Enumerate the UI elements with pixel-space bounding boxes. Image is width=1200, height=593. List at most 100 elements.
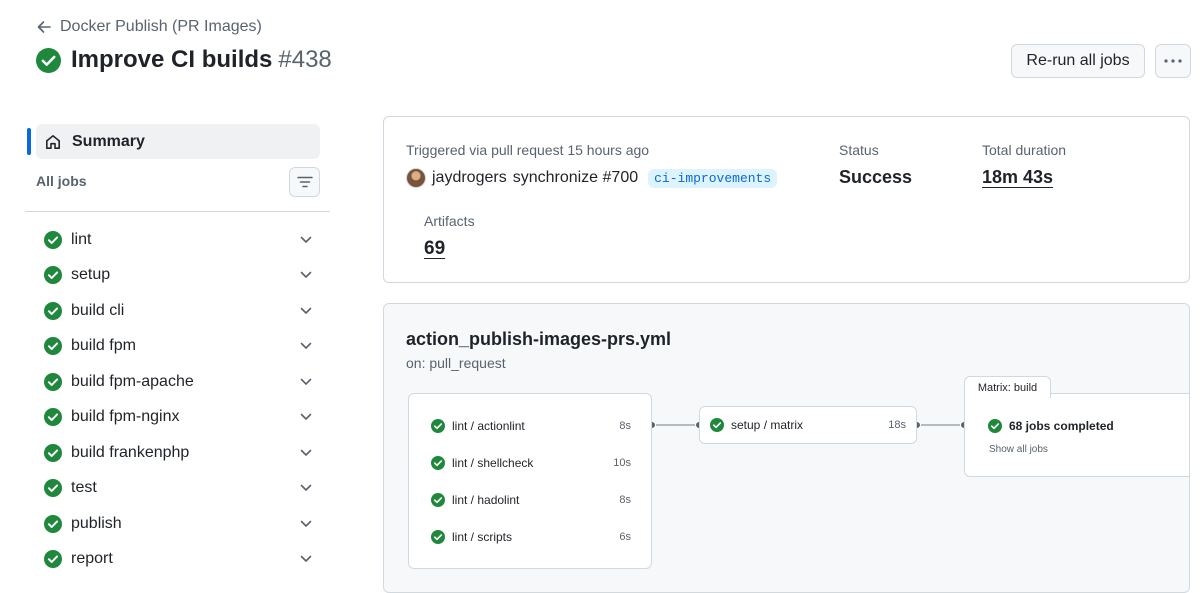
check-circle-icon (44, 372, 62, 391)
artifacts-link[interactable]: 69 (424, 238, 445, 260)
matrix-completed-label: 68 jobs completed (1009, 419, 1114, 433)
chevron-down-icon[interactable] (300, 484, 312, 492)
trigger-text: Triggered via pull request 15 hours ago (406, 142, 650, 158)
graph-job-duration: 18s (888, 419, 906, 431)
summary-active-indicator (27, 128, 31, 155)
sidebar-job-setup[interactable]: setup (36, 258, 320, 294)
graph-job-duration: 8s (619, 494, 631, 506)
graph-job-label: setup / matrix (731, 418, 804, 432)
check-circle-icon (44, 266, 62, 285)
jobs-list: lint setup build cli build fpm build fpm… (36, 222, 320, 577)
filter-icon (296, 176, 313, 188)
check-circle-icon (988, 419, 1002, 433)
all-jobs-heading: All jobs (36, 173, 87, 189)
page-title: Improve CI builds #438 (36, 46, 332, 74)
back-link-label: Docker Publish (PR Images) (60, 18, 262, 35)
job-label: build fpm-nginx (71, 408, 180, 426)
graph-job-scripts[interactable]: lint / scripts 6s (431, 527, 631, 547)
check-circle-icon (44, 408, 62, 427)
graph-job-duration: 8s (619, 420, 631, 432)
sidebar-job-report[interactable]: report (36, 542, 320, 578)
actor-link[interactable]: jaydrogers (432, 169, 507, 187)
matrix-tab-label: Matrix: build (964, 376, 1051, 398)
check-circle-icon (431, 493, 445, 507)
back-link[interactable]: Docker Publish (PR Images) (36, 18, 262, 36)
chevron-down-icon[interactable] (300, 520, 312, 528)
filter-jobs-button[interactable] (289, 167, 320, 197)
graph-job-actionlint[interactable]: lint / actionlint 8s (431, 416, 631, 436)
check-circle-icon (44, 230, 62, 249)
avatar[interactable] (406, 168, 426, 188)
summary-label: Summary (72, 132, 145, 150)
check-circle-icon (36, 47, 61, 73)
graph-job-label: lint / actionlint (452, 419, 525, 433)
kebab-horizontal-icon (1164, 59, 1182, 63)
check-circle-icon (44, 550, 62, 569)
check-circle-icon (431, 456, 445, 470)
sidebar-job-lint[interactable]: lint (36, 222, 320, 258)
graph-job-label: lint / shellcheck (452, 456, 534, 470)
check-circle-icon (44, 514, 62, 533)
arrow-left-icon (37, 21, 51, 33)
rerun-all-jobs-button[interactable]: Re-run all jobs (1011, 44, 1145, 78)
sidebar-job-test[interactable]: test (36, 471, 320, 507)
graph-job-label: lint / scripts (452, 530, 513, 544)
run-number: #438 (278, 46, 332, 73)
run-title: Improve CI builds (71, 46, 273, 73)
lint-job-group: lint / actionlint 8s lint / shellcheck 1… (408, 393, 652, 569)
trigger-action: synchronize #700 (512, 169, 639, 186)
sidebar-job-build-fpm[interactable]: build fpm (36, 329, 320, 365)
sidebar-item-summary[interactable]: Summary (36, 124, 320, 159)
job-label: test (71, 479, 97, 497)
run-summary-card: Triggered via pull request 15 hours ago … (383, 116, 1190, 283)
sidebar-job-build-fpm-nginx[interactable]: build fpm-nginx (36, 400, 320, 436)
show-all-jobs-link[interactable]: Show all jobs (989, 444, 1048, 455)
matrix-completed: 68 jobs completed (988, 419, 1114, 433)
chevron-down-icon[interactable] (300, 236, 312, 244)
job-label: publish (71, 514, 122, 532)
chevron-down-icon[interactable] (300, 555, 312, 563)
check-circle-icon (44, 443, 62, 462)
sidebar-job-build-cli[interactable]: build cli (36, 293, 320, 329)
chevron-down-icon[interactable] (300, 378, 312, 386)
chevron-down-icon[interactable] (300, 413, 312, 421)
job-label: build cli (71, 301, 125, 319)
graph-job-duration: 10s (613, 457, 631, 469)
job-label: build fpm (71, 337, 136, 355)
home-icon (46, 134, 60, 149)
job-label: build fpm-apache (71, 372, 194, 390)
status-value: Success (839, 167, 913, 187)
job-label: build frankenphp (71, 443, 190, 461)
check-circle-icon (431, 530, 445, 544)
matrix-build-group: 68 jobs completed Show all jobs (964, 393, 1189, 477)
check-circle-icon (44, 337, 62, 356)
chevron-down-icon[interactable] (300, 307, 312, 315)
graph-job-shellcheck[interactable]: lint / shellcheck 10s (431, 453, 631, 473)
job-label: lint (71, 230, 92, 248)
more-options-button[interactable] (1155, 44, 1191, 78)
trigger-details: jaydrogers synchronize #700 ci-improveme… (406, 168, 778, 188)
status-label: Status (839, 142, 879, 158)
job-label: report (71, 550, 113, 568)
sidebar-job-publish[interactable]: publish (36, 506, 320, 542)
duration-label: Total duration (982, 142, 1067, 158)
check-circle-icon (710, 418, 724, 432)
check-circle-icon (44, 479, 62, 498)
chevron-down-icon[interactable] (300, 271, 312, 279)
artifacts-label: Artifacts (424, 213, 475, 229)
duration-link[interactable]: 18m 43s (982, 167, 1053, 188)
sidebar-divider (25, 211, 330, 212)
graph-job-setup-matrix[interactable]: setup / matrix 18s (699, 406, 917, 444)
sidebar-job-build-frankenphp[interactable]: build frankenphp (36, 435, 320, 471)
graph-job-hadolint[interactable]: lint / hadolint 8s (431, 490, 631, 510)
chevron-down-icon[interactable] (300, 449, 312, 457)
graph-job-label: lint / hadolint (452, 493, 520, 507)
graph-job-duration: 6s (619, 531, 631, 543)
branch-badge[interactable]: ci-improvements (648, 168, 778, 188)
job-label: setup (71, 266, 111, 284)
check-circle-icon (431, 419, 445, 433)
check-circle-icon (44, 301, 62, 320)
chevron-down-icon[interactable] (300, 342, 312, 350)
sidebar-job-build-fpm-apache[interactable]: build fpm-apache (36, 364, 320, 400)
workflow-graph: action_publish-images-prs.yml on: pull_r… (383, 303, 1190, 593)
